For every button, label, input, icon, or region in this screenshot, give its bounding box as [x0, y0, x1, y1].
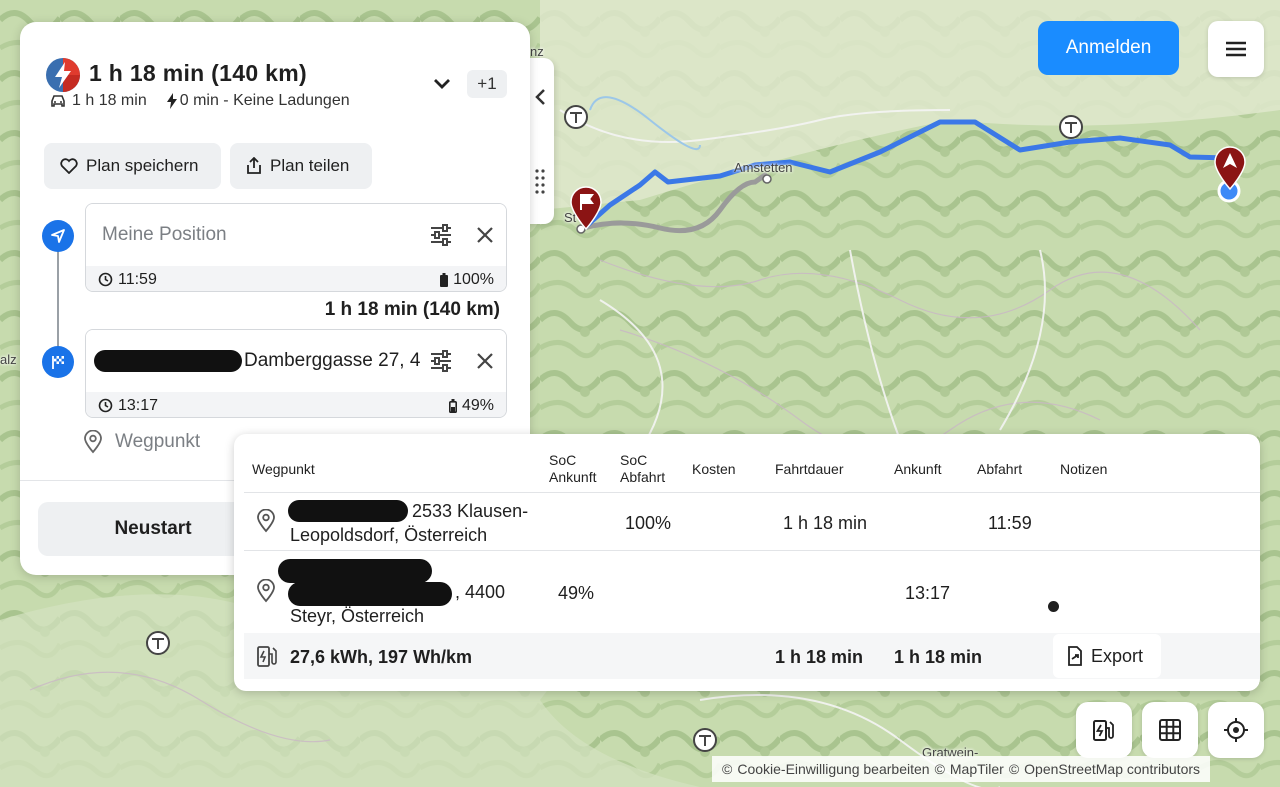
route-table: Wegpunkt SoC Ankunft SoC Abfahrt Kosten Fa… [234, 434, 1260, 691]
copyright-icon: © [1008, 761, 1020, 777]
row1-duration: 1 h 18 min [783, 513, 868, 533]
start-point-icon [42, 220, 74, 252]
save-plan-button[interactable]: Plan speichern [44, 143, 221, 189]
row1-address-line1: 2533 Klausen- [412, 501, 529, 521]
charge-info: 0 min - Keine Ladungen [179, 92, 350, 109]
collapse-panel-icon[interactable] [534, 88, 546, 112]
cookie-settings-link[interactable]: Cookie-Einwilligung bearbeiten [737, 761, 929, 777]
map-place-edge-top: nz [530, 44, 544, 59]
battery-level: 100% [440, 271, 494, 289]
login-button[interactable]: Anmelden [1038, 21, 1179, 75]
destination-marker-icon[interactable] [569, 186, 603, 230]
waypoint-placeholder: Wegpunkt [115, 431, 201, 452]
row2-soc-arrival: 49% [558, 583, 595, 603]
battery-half-icon [448, 398, 457, 413]
save-plan-label: Plan speichern [86, 156, 199, 175]
row1-soc-departure: 100% [625, 513, 672, 533]
export-button[interactable]: Export [1053, 634, 1161, 678]
location-pin-icon [257, 579, 275, 603]
drive-time: 1 h 18 min [72, 92, 147, 109]
row-divider [244, 550, 1260, 551]
lightning-icon [166, 93, 177, 109]
location-pin-icon [84, 430, 102, 454]
start-marker-icon[interactable] [1213, 146, 1247, 190]
row-divider [244, 492, 1260, 493]
leg-summary: 1 h 18 min (140 km) [324, 299, 500, 320]
share-plan-button[interactable]: Plan teilen [230, 143, 372, 189]
charging-stations-button[interactable] [1076, 702, 1132, 758]
destination-value: Damberggasse 27, 4 [244, 350, 421, 371]
export-file-icon [1068, 646, 1082, 666]
col-header-kosten: Kosten [692, 461, 736, 477]
arrival-time: 13:17 [98, 397, 158, 415]
alternatives-badge[interactable]: +1 [467, 70, 507, 98]
export-label: Export [1091, 645, 1144, 666]
redacted-text [278, 559, 432, 583]
locate-me-button[interactable] [1208, 702, 1264, 758]
chevron-down-icon[interactable] [430, 72, 454, 96]
stop-card-start: Meine Position 11:59 100% [85, 203, 507, 292]
osm-link[interactable]: OpenStreetMap contributors [1024, 761, 1200, 777]
charging-station-icon [257, 646, 277, 667]
route-subline: 1 h 18 min 0 min - Keine Ladungen [50, 92, 350, 110]
maptiler-link[interactable]: MapTiler [950, 761, 1004, 777]
timeline-connector [57, 236, 59, 362]
col-header-soc-departure: SoC Abfahrt [620, 452, 666, 485]
col-header-soc-arrival: SoC Ankunft [549, 452, 597, 485]
panel-handle[interactable] [526, 58, 554, 224]
heart-icon [60, 158, 78, 174]
redacted-text [288, 582, 452, 606]
redacted-text [94, 350, 242, 372]
finish-flag-icon [42, 346, 74, 378]
row1-departure: 11:59 [988, 513, 1032, 533]
hamburger-menu-icon [1226, 41, 1246, 57]
settings-sliders-icon[interactable] [428, 348, 454, 374]
col-header-notizen: Notizen [1060, 461, 1108, 477]
route-title: 1 h 18 min (140 km) [89, 60, 307, 86]
drag-handle-icon[interactable] [535, 168, 545, 198]
stop-card-destination: Damberggasse 27, 4 13:17 49% [85, 329, 507, 418]
row1-address-line2: Leopoldsdorf, Österreich [290, 525, 488, 545]
close-icon[interactable] [472, 348, 498, 374]
location-pin-icon [257, 509, 275, 533]
app-logo-icon [46, 58, 80, 92]
add-waypoint-input[interactable]: Wegpunkt [83, 430, 200, 454]
menu-button[interactable] [1208, 21, 1264, 77]
col-header-wegpunkt: Wegpunkt [252, 461, 315, 477]
grid-icon [1159, 719, 1181, 741]
clock-icon [98, 272, 113, 287]
copyright-icon: © [934, 761, 945, 777]
col-header-fahrtdauer: Fahrtdauer [775, 461, 844, 477]
row2-address-line1: , 4400 [455, 582, 506, 602]
clock-icon [98, 398, 113, 413]
share-plan-label: Plan teilen [270, 156, 350, 175]
map-place-amstetten: Amstetten [734, 160, 793, 175]
map-attribution: © Cookie-Einwilligung bearbeiten © MapTi… [712, 756, 1211, 782]
share-icon [247, 157, 261, 174]
battery-level: 49% [448, 397, 494, 415]
map-place-edge-left: alz [0, 352, 17, 367]
copyright-icon: © [722, 761, 733, 777]
car-icon [51, 95, 65, 107]
row2-arrival: 13:17 [905, 583, 951, 603]
departure-time: 11:59 [98, 271, 157, 289]
charging-station-icon [1093, 720, 1114, 741]
stop-meta-start: 11:59 100% [86, 266, 506, 291]
note-indicator-dot[interactable] [1048, 601, 1059, 612]
table-view-button[interactable] [1142, 702, 1198, 758]
total-arrival: 1 h 18 min [894, 647, 983, 667]
col-header-ankunft: Ankunft [894, 461, 942, 477]
settings-sliders-icon[interactable] [428, 222, 454, 248]
col-header-abfahrt: Abfahrt [977, 461, 1023, 477]
row2-address-line2: Steyr, Österreich [290, 606, 425, 626]
crosshair-icon [1224, 718, 1248, 742]
total-duration: 1 h 18 min [775, 647, 864, 667]
start-location-placeholder: Meine Position [102, 224, 227, 245]
stop-meta-destination: 13:17 49% [86, 392, 506, 417]
redacted-text [288, 500, 408, 522]
battery-full-icon [440, 272, 449, 287]
close-icon[interactable] [472, 222, 498, 248]
energy-summary: 27,6 kWh, 197 Wh/km [290, 647, 473, 667]
